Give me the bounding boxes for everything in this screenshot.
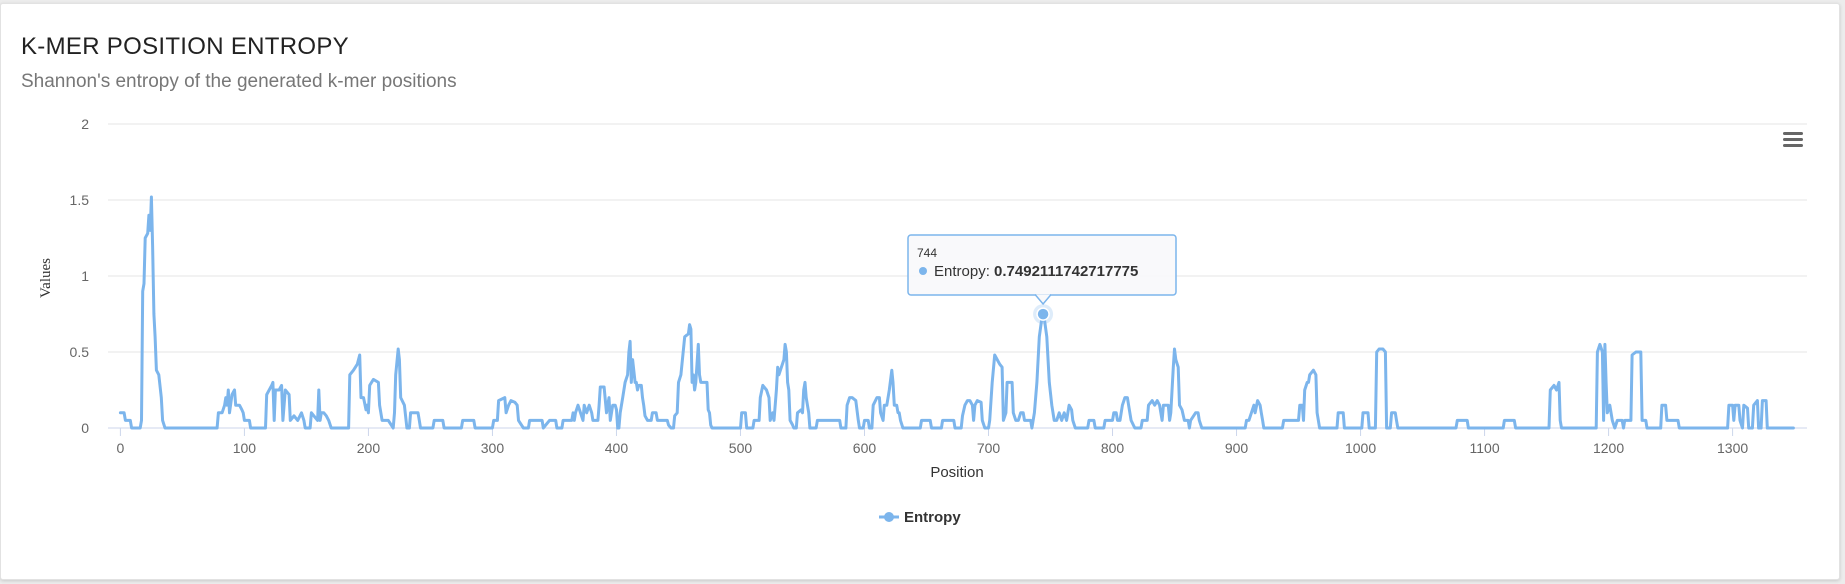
menu-bar-2: [1783, 138, 1803, 141]
y-tick-label: 0: [81, 420, 89, 436]
y-tick-label: 1: [81, 268, 89, 284]
x-tick-label: 0: [117, 440, 125, 456]
y-axis-ticks: 0 0.5 1 1.5 2: [70, 116, 90, 436]
tooltip-header: 744: [917, 246, 937, 260]
x-tick-label: 900: [1225, 440, 1249, 456]
tooltip-series-label: Entropy:: [934, 263, 994, 280]
x-tick-label: 1200: [1593, 440, 1624, 456]
y-axis-label: Values: [38, 258, 54, 298]
tooltip-value: 0.7492111742717775: [994, 263, 1138, 280]
tooltip-series-dot: [919, 267, 927, 275]
x-tick-label: 1000: [1345, 440, 1376, 456]
x-tick-label: 1300: [1717, 440, 1748, 456]
hover-point: [1036, 307, 1050, 321]
x-tick-label: 1100: [1470, 440, 1500, 456]
legend[interactable]: Entropy: [879, 509, 961, 526]
x-tick-label: 300: [481, 440, 505, 456]
x-tick-label: 800: [1101, 440, 1125, 456]
y-tick-label: 0.5: [70, 344, 90, 360]
menu-bar-1: [1783, 132, 1803, 135]
x-axis-label: Position: [930, 464, 983, 481]
x-tick-label: 100: [233, 440, 257, 456]
menu-bar-3: [1783, 144, 1803, 147]
tooltip: 744 Entropy: 0.7492111742717775: [907, 234, 1177, 306]
tooltip-value-line: Entropy: 0.7492111742717775: [934, 263, 1138, 280]
y-tick-label: 1.5: [70, 192, 90, 208]
x-tick-label: 500: [729, 440, 753, 456]
tooltip-pointer: [1034, 294, 1052, 306]
y-tick-label: 2: [81, 116, 89, 132]
chart-area: 0 0.5 1 1.5 2 0 100 200 300 400 500 600 700 800 900 10…: [38, 116, 1810, 526]
x-axis: 0 100 200 300 400 500 600 700 800 900 1000 1100 1200…: [108, 427, 1807, 456]
x-tick-label: 600: [853, 440, 877, 456]
x-tick-label: 200: [357, 440, 381, 456]
x-tick-label: 700: [977, 440, 1001, 456]
series-entropy[interactable]: [118, 195, 1795, 430]
series-line: [118, 195, 1795, 430]
x-tick-label: 400: [605, 440, 629, 456]
legend-item-entropy[interactable]: Entropy: [904, 509, 961, 526]
legend-marker: [884, 512, 894, 522]
menu-button[interactable]: [1776, 128, 1810, 154]
